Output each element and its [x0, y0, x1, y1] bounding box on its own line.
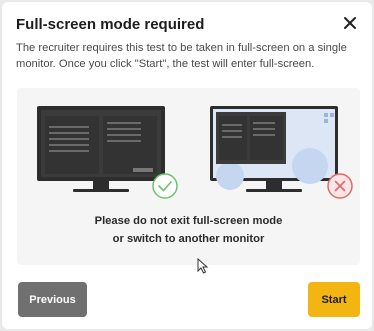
illustration-panel: Please do not exit full-screen mode or s… — [17, 88, 360, 265]
x-circle-icon — [327, 173, 353, 199]
start-button[interactable]: Start — [308, 282, 360, 317]
close-icon[interactable] — [341, 14, 359, 32]
fullscreen-modal: Full-screen mode required The recruiter … — [2, 2, 372, 329]
windowed-monitor-illustration — [210, 106, 353, 199]
check-circle-icon — [152, 173, 178, 199]
warning-note: Please do not exit full-screen mode or s… — [17, 212, 360, 248]
note-line-2: or switch to another monitor — [112, 233, 265, 245]
note-line-1: Please do not exit full-screen mode — [94, 215, 283, 227]
modal-description: The recruiter requires this test to be t… — [16, 42, 347, 70]
modal-title: Full-screen mode required — [16, 16, 205, 33]
previous-button[interactable]: Previous — [18, 282, 87, 317]
fullscreen-monitor-illustration — [37, 106, 178, 199]
mouse-pointer-icon — [197, 258, 209, 274]
